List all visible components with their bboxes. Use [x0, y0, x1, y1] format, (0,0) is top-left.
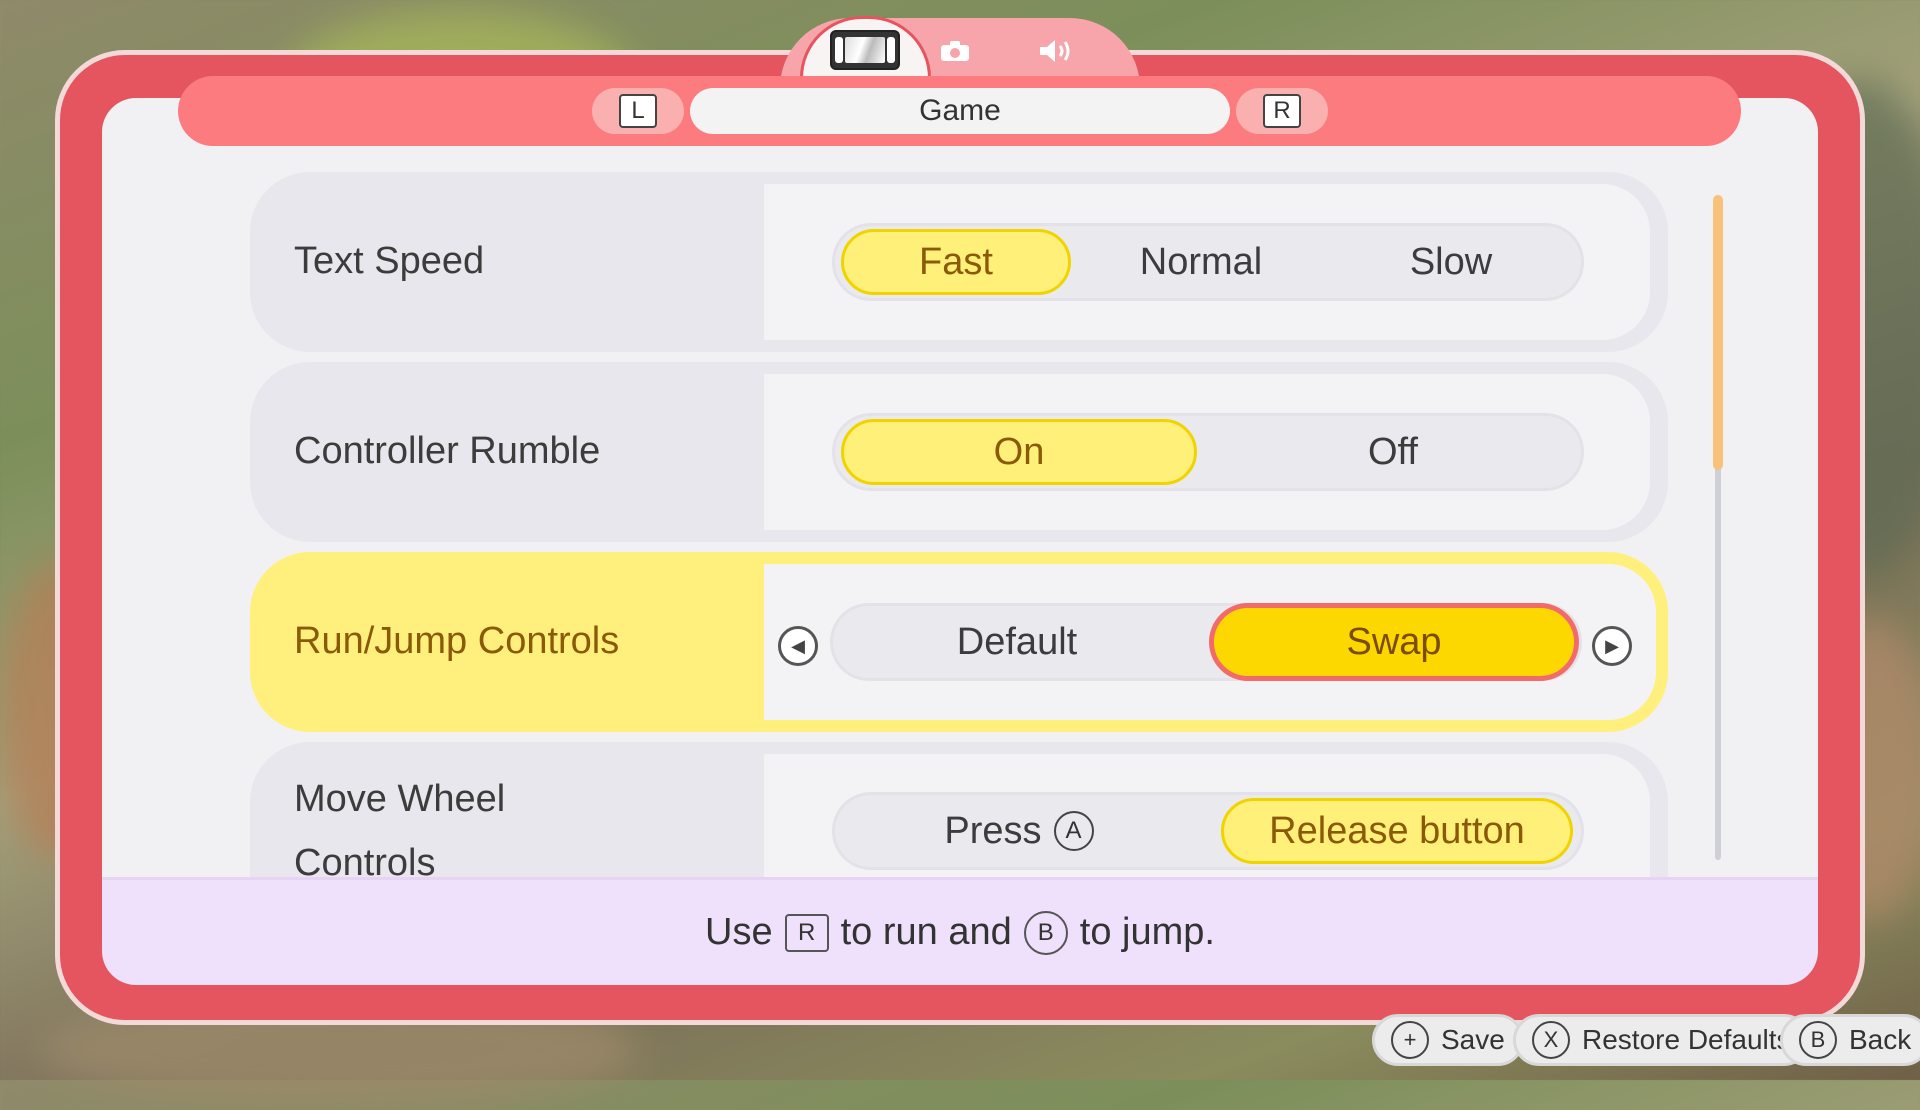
option-track: Fast Normal Slow — [832, 223, 1584, 301]
option-fast[interactable]: Fast — [841, 229, 1071, 295]
a-button-icon: A — [1053, 811, 1094, 851]
screen-icon — [845, 37, 885, 63]
category-title: Game — [690, 88, 1230, 134]
b-button-icon: B — [1023, 910, 1068, 955]
speaker-icon[interactable] — [1038, 38, 1074, 64]
camera-icon[interactable] — [940, 40, 970, 62]
option-off[interactable]: Off — [1215, 416, 1571, 488]
save-label: Save — [1441, 1024, 1505, 1055]
option-track: On Off — [832, 413, 1584, 491]
next-tab-button[interactable]: R — [1236, 88, 1328, 134]
b-button-icon: B — [1799, 1021, 1837, 1059]
plus-button-icon: + — [1391, 1021, 1429, 1059]
setting-row-move-wheel-controls[interactable]: Move Wheel Controls Press A Release butt… — [250, 742, 1668, 877]
restore-defaults-label: Restore Defaults — [1582, 1024, 1791, 1055]
arrow-right-icon[interactable]: ▶ — [1592, 626, 1632, 666]
option-press[interactable]: Press A — [841, 795, 1197, 867]
desc-text-1: Use — [705, 911, 773, 953]
setting-row-controller-rumble[interactable]: Controller Rumble On Off — [250, 362, 1668, 542]
r-button-icon: R — [784, 913, 829, 952]
setting-row-run-jump-controls[interactable]: Run/Jump Controls ◀ Default Swap ▶ — [250, 552, 1668, 732]
scrollbar-thumb[interactable] — [1713, 195, 1723, 470]
joycon-right-icon — [887, 37, 895, 63]
desc-text-3: to jump. — [1079, 911, 1215, 953]
setting-label: Text Speed — [294, 240, 485, 282]
desc-text-2: to run and — [840, 911, 1012, 953]
description-bar: Use R to run and B to jump. — [102, 877, 1818, 985]
option-default[interactable]: Default — [839, 606, 1195, 678]
back-label: Back — [1849, 1024, 1912, 1055]
option-on[interactable]: On — [841, 419, 1197, 485]
switch-icon[interactable] — [830, 30, 900, 70]
x-button-icon: X — [1532, 1021, 1570, 1059]
r-button-icon: R — [1263, 94, 1301, 128]
restore-defaults-button[interactable]: X Restore Defaults — [1513, 1014, 1810, 1066]
option-swap[interactable]: Swap — [1209, 603, 1579, 681]
option-slow[interactable]: Slow — [1331, 226, 1571, 298]
save-button[interactable]: + Save — [1372, 1014, 1524, 1066]
option-normal[interactable]: Normal — [1081, 226, 1321, 298]
setting-label-line2: Controls — [294, 842, 436, 877]
option-track: Press A Release button — [832, 792, 1584, 870]
l-button-icon: L — [619, 94, 657, 128]
setting-row-text-speed[interactable]: Text Speed Fast Normal Slow — [250, 172, 1668, 352]
setting-label: Run/Jump Controls — [294, 620, 620, 662]
joycon-left-icon — [835, 37, 843, 63]
arrow-left-icon[interactable]: ◀ — [778, 626, 818, 666]
setting-label: Move Wheel — [294, 778, 506, 820]
prev-tab-button[interactable]: L — [592, 88, 684, 134]
option-track: Default Swap — [830, 603, 1582, 681]
option-press-label: Press — [944, 809, 1042, 852]
back-button[interactable]: B Back — [1780, 1014, 1920, 1066]
option-release-button[interactable]: Release button — [1221, 798, 1573, 864]
setting-label: Controller Rumble — [294, 430, 601, 472]
